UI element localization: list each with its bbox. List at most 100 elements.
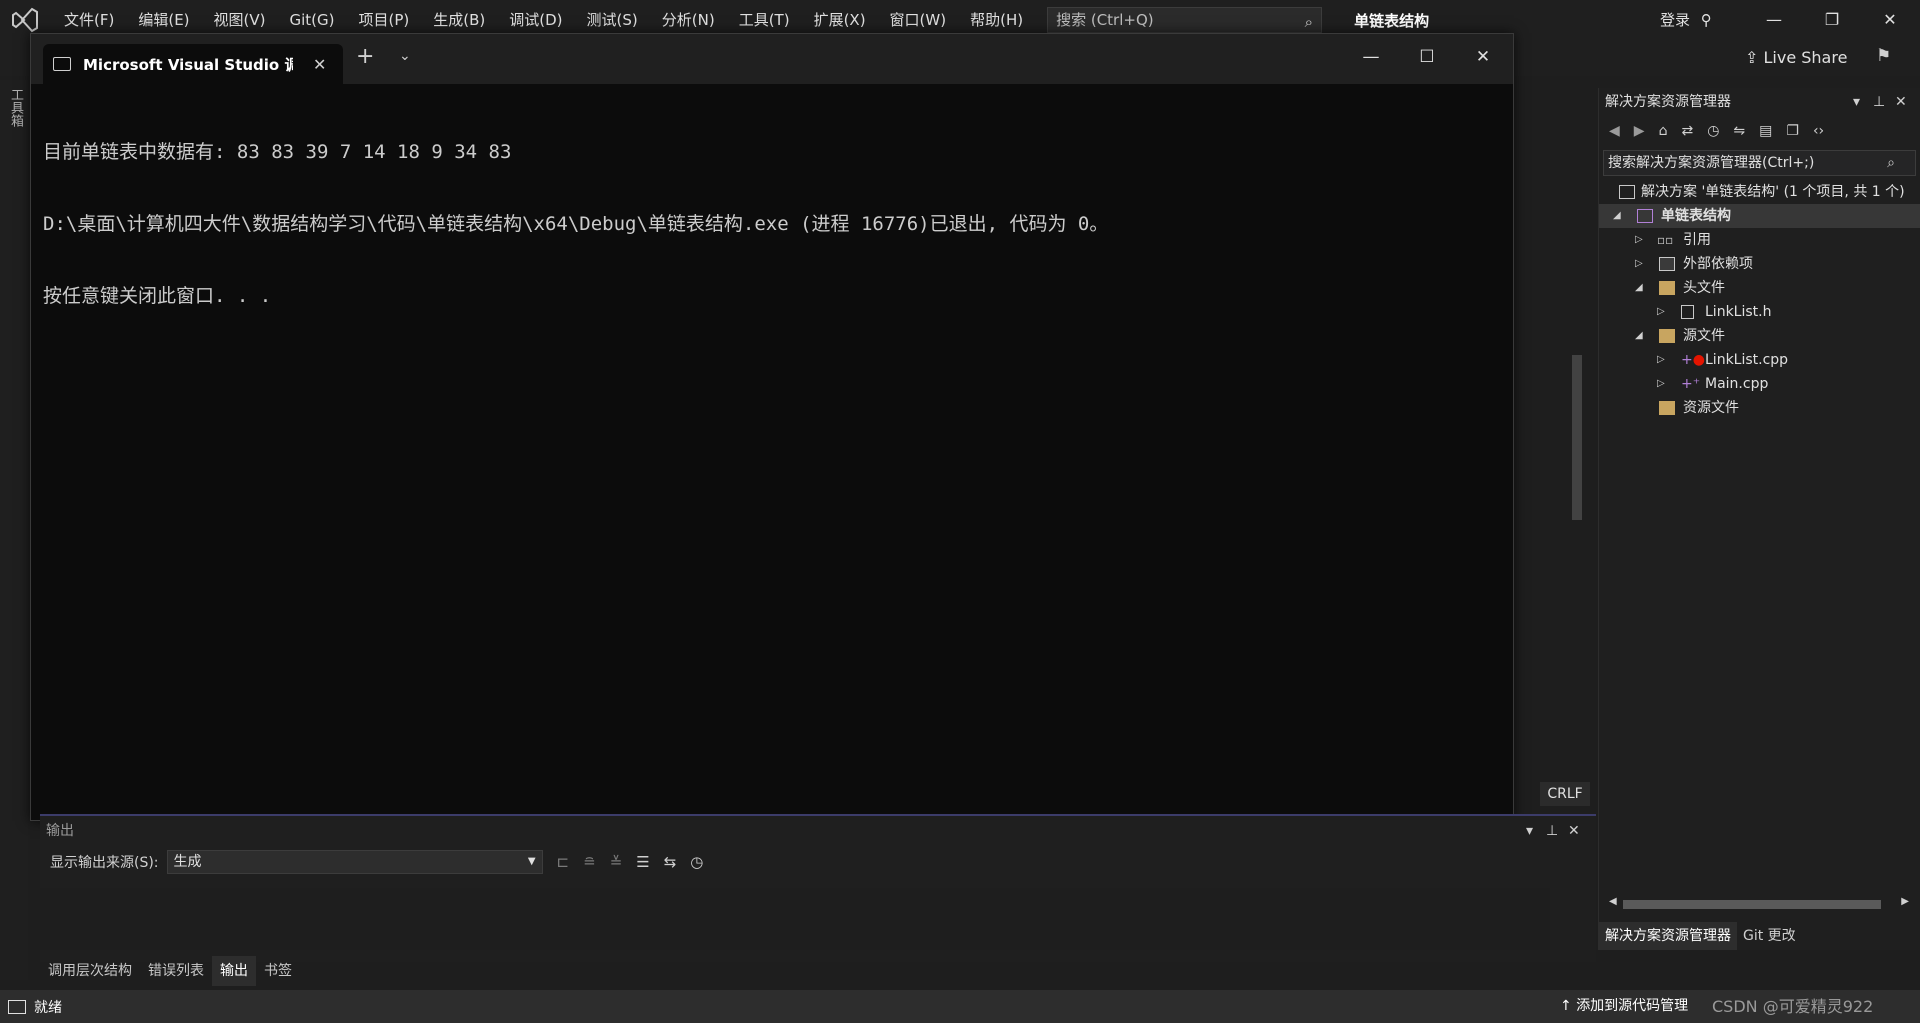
login-label: 登录: [1660, 11, 1691, 29]
tab-call-hierarchy[interactable]: 调用层次结构: [40, 956, 140, 986]
tree-item-solution[interactable]: 解决方案 '单链表结构' (1 个项目, 共 1 个): [1599, 180, 1920, 204]
home-icon[interactable]: ⌂: [1659, 123, 1668, 139]
console-output[interactable]: 目前单链表中数据有: 83 83 39 7 14 18 9 34 83 D:\桌…: [43, 92, 1501, 356]
collapsed-arrow-icon[interactable]: ▷: [1657, 348, 1665, 372]
visual-studio-logo-icon[interactable]: [10, 5, 40, 35]
tree-item-source-files[interactable]: ◢ 源文件: [1599, 324, 1920, 348]
close-icon[interactable]: ✕: [1895, 88, 1907, 116]
close-tab-icon[interactable]: ✕: [313, 55, 326, 74]
console-line: 按任意键关闭此窗口. . .: [43, 285, 272, 307]
console-minimize-icon[interactable]: —: [1349, 42, 1393, 72]
collapse-all-icon[interactable]: ▤: [1759, 123, 1772, 139]
forward-icon[interactable]: ▶: [1634, 123, 1645, 139]
toolbox-strip[interactable]: 工具箱: [0, 80, 28, 980]
editor-vertical-scrollbar[interactable]: [1568, 140, 1586, 780]
folder-icon: [1659, 329, 1675, 343]
back-icon[interactable]: ◀: [1609, 123, 1620, 139]
output-source-select[interactable]: 生成 ▼: [166, 850, 543, 874]
restore-icon[interactable]: ❐: [1804, 0, 1860, 40]
code-view-icon[interactable]: ‹›: [1813, 123, 1824, 139]
close-icon[interactable]: ✕: [1568, 816, 1580, 846]
scroll-left-icon[interactable]: ◀: [1609, 896, 1617, 907]
pin-icon[interactable]: ⊥: [1546, 816, 1558, 846]
tree-label: LinkList.h: [1705, 304, 1772, 320]
collapsed-arrow-icon[interactable]: ▷: [1657, 372, 1665, 396]
tree-item-main-cpp[interactable]: ▷ +⁺ Main.cpp: [1599, 372, 1920, 396]
expanded-arrow-icon[interactable]: ◢: [1635, 276, 1643, 300]
tree-item-header-files[interactable]: ◢ 头文件: [1599, 276, 1920, 300]
collapsed-arrow-icon[interactable]: ▷: [1657, 300, 1665, 324]
tree-item-project[interactable]: ◢ 单链表结构: [1599, 204, 1920, 228]
tree-label: 源文件: [1683, 328, 1725, 344]
feedback-icon[interactable]: ⚑: [1876, 46, 1891, 66]
clock-icon[interactable]: ◷: [690, 853, 703, 871]
switch-view-icon[interactable]: ⇄: [1681, 123, 1693, 139]
collapsed-arrow-icon[interactable]: ▷: [1635, 228, 1643, 252]
console-maximize-icon[interactable]: ☐: [1405, 42, 1449, 72]
scrollbar-thumb[interactable]: [1572, 355, 1582, 520]
clear-all-icon[interactable]: ☰: [636, 853, 649, 871]
solution-search-input[interactable]: 搜索解决方案资源管理器(Ctrl+;) ⌕: [1603, 150, 1916, 176]
console-titlebar[interactable]: Microsoft Visual Studio 调试控制台 ✕ + ⌄ — ☐ …: [31, 34, 1513, 84]
expanded-arrow-icon[interactable]: ◢: [1613, 204, 1621, 228]
header-file-icon: [1681, 305, 1694, 319]
debug-console-window[interactable]: Microsoft Visual Studio 调试控制台 ✕ + ⌄ — ☐ …: [30, 33, 1514, 821]
tree-label: 头文件: [1683, 280, 1725, 296]
output-title: 输出: [46, 823, 74, 839]
solution-explorer-tabs: 解决方案资源管理器 Git 更改: [1599, 922, 1920, 950]
solution-icon: [1619, 185, 1635, 199]
notification-icon[interactable]: [8, 999, 26, 1014]
live-share-button[interactable]: ⇪ Live Share: [1745, 48, 1847, 67]
tab-bookmarks[interactable]: 书签: [256, 956, 300, 986]
tab-git-changes[interactable]: Git 更改: [1737, 922, 1802, 950]
tab-output[interactable]: 输出: [212, 956, 256, 986]
global-search-input[interactable]: 搜索 (Ctrl+Q) ⌕: [1047, 7, 1323, 33]
minimize-icon[interactable]: —: [1746, 0, 1802, 40]
login-button[interactable]: 登录 ⚲: [1660, 0, 1712, 40]
status-bar: 就绪 ↑ 添加到源代码管理 CSDN @可爱精灵922: [0, 990, 1920, 1023]
word-wrap-icon[interactable]: ⇆: [664, 853, 677, 871]
output-header: 输出 ▾ ⊥ ✕: [40, 816, 1596, 846]
go-to-line-icon[interactable]: ⊏: [557, 853, 570, 871]
solution-horizontal-scrollbar[interactable]: ◀ ▶: [1609, 896, 1909, 912]
tree-item-resource-files[interactable]: 资源文件: [1599, 396, 1920, 420]
chevron-down-icon[interactable]: ▾: [1853, 88, 1860, 116]
output-source-value: 生成: [173, 854, 202, 870]
console-close-icon[interactable]: ✕: [1461, 42, 1505, 72]
close-icon[interactable]: ✕: [1862, 0, 1918, 40]
console-line: 目前单链表中数据有: 83 83 39 7 14 18 9 34 83: [43, 141, 512, 163]
bottom-tool-tabs: 调用层次结构 错误列表 输出 书签: [40, 956, 1590, 986]
chevron-down-icon[interactable]: ▾: [1526, 816, 1533, 846]
output-content[interactable]: [40, 888, 1550, 950]
solution-explorer-header: 解决方案资源管理器 ▾ ⊥ ✕: [1599, 88, 1920, 116]
tree-item-external-deps[interactable]: ▷ 外部依赖项: [1599, 252, 1920, 276]
pending-changes-icon[interactable]: ◷: [1707, 123, 1719, 139]
pin-icon[interactable]: ⊥: [1873, 88, 1885, 116]
search-placeholder: 搜索 (Ctrl+Q): [1056, 11, 1154, 29]
new-tab-icon[interactable]: +: [356, 44, 374, 69]
tab-error-list[interactable]: 错误列表: [140, 956, 212, 986]
output-toolbar: 显示输出来源(S): 生成 ▼ ⊏ ≘ ≚ ☰ ⇆ ◷: [40, 846, 1596, 878]
tree-item-linklist-cpp[interactable]: ▷ +● LinkList.cpp: [1599, 348, 1920, 372]
cpp-file-error-icon: +●: [1681, 352, 1705, 368]
sync-icon[interactable]: ⇋: [1733, 123, 1745, 139]
collapsed-arrow-icon[interactable]: ▷: [1635, 252, 1643, 276]
scroll-right-icon[interactable]: ▶: [1901, 896, 1909, 907]
add-source-label: 添加到源代码管理: [1576, 998, 1689, 1014]
line-ending-indicator[interactable]: CRLF: [1540, 782, 1590, 806]
tab-solution-explorer[interactable]: 解决方案资源管理器: [1599, 922, 1737, 950]
scrollbar-thumb[interactable]: [1623, 900, 1881, 909]
add-to-source-control-button[interactable]: ↑ 添加到源代码管理: [1560, 990, 1688, 1023]
output-source-label: 显示输出来源(S):: [50, 855, 159, 871]
expanded-arrow-icon[interactable]: ◢: [1635, 324, 1643, 348]
output-panel: 输出 ▾ ⊥ ✕ 显示输出来源(S): 生成 ▼ ⊏ ≘ ≚ ☰ ⇆ ◷: [40, 814, 1596, 962]
tree-label: 解决方案 '单链表结构' (1 个项目, 共 1 个): [1641, 184, 1905, 200]
search-icon: ⌕: [1304, 13, 1314, 31]
tree-item-references[interactable]: ▷ ▫▫ 引用: [1599, 228, 1920, 252]
console-tab[interactable]: Microsoft Visual Studio 调试控制台 ✕: [43, 44, 343, 84]
chevron-down-icon[interactable]: ⌄: [399, 48, 411, 64]
tree-item-linklist-h[interactable]: ▷ LinkList.h: [1599, 300, 1920, 324]
next-message-icon[interactable]: ≚: [610, 853, 623, 871]
show-all-files-icon[interactable]: ❐: [1786, 123, 1799, 139]
previous-message-icon[interactable]: ≘: [583, 853, 596, 871]
